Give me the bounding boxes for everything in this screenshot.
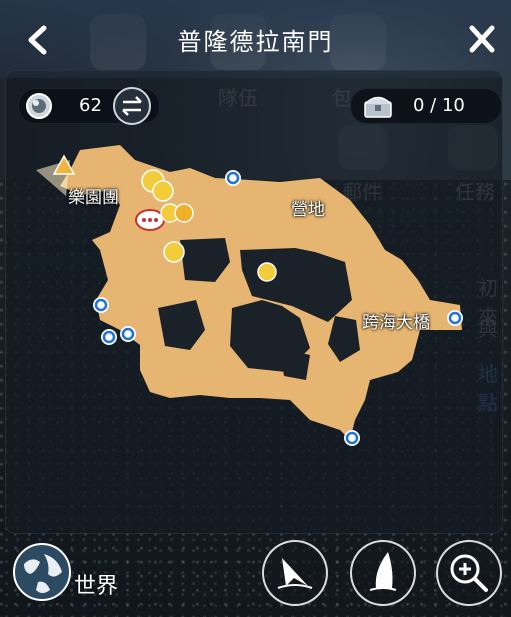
place-label-camp: 營地 xyxy=(291,200,325,220)
locate-arrow-icon xyxy=(277,558,313,589)
place-label-amusement-park: 樂園團 xyxy=(68,188,119,208)
globe-icon xyxy=(13,543,71,601)
chat-npc-marker[interactable] xyxy=(135,209,165,231)
area-map[interactable] xyxy=(0,0,511,617)
npc-marker-cluster[interactable] xyxy=(160,203,194,223)
waypoint-bridge[interactable] xyxy=(447,310,463,326)
recenter-button[interactable] xyxy=(262,540,328,606)
zoom-in-button[interactable] xyxy=(436,540,502,606)
magnifier-plus-icon xyxy=(450,554,488,592)
waypoint-west-3[interactable] xyxy=(120,326,136,342)
waypoint-west-1[interactable] xyxy=(93,297,109,313)
world-label: 世界 xyxy=(74,574,119,599)
shop-npc-marker[interactable] xyxy=(163,241,185,263)
sail-icon xyxy=(369,552,397,591)
place-label-sea-bridge: 跨海大橋 xyxy=(362,313,430,333)
sail-button[interactable] xyxy=(350,540,416,606)
pet-npc-marker[interactable] xyxy=(257,262,277,282)
waypoint-camp[interactable] xyxy=(225,170,241,186)
waypoint-south[interactable] xyxy=(344,430,360,446)
waypoint-west-2[interactable] xyxy=(101,329,117,345)
world-map-button[interactable] xyxy=(10,540,74,604)
